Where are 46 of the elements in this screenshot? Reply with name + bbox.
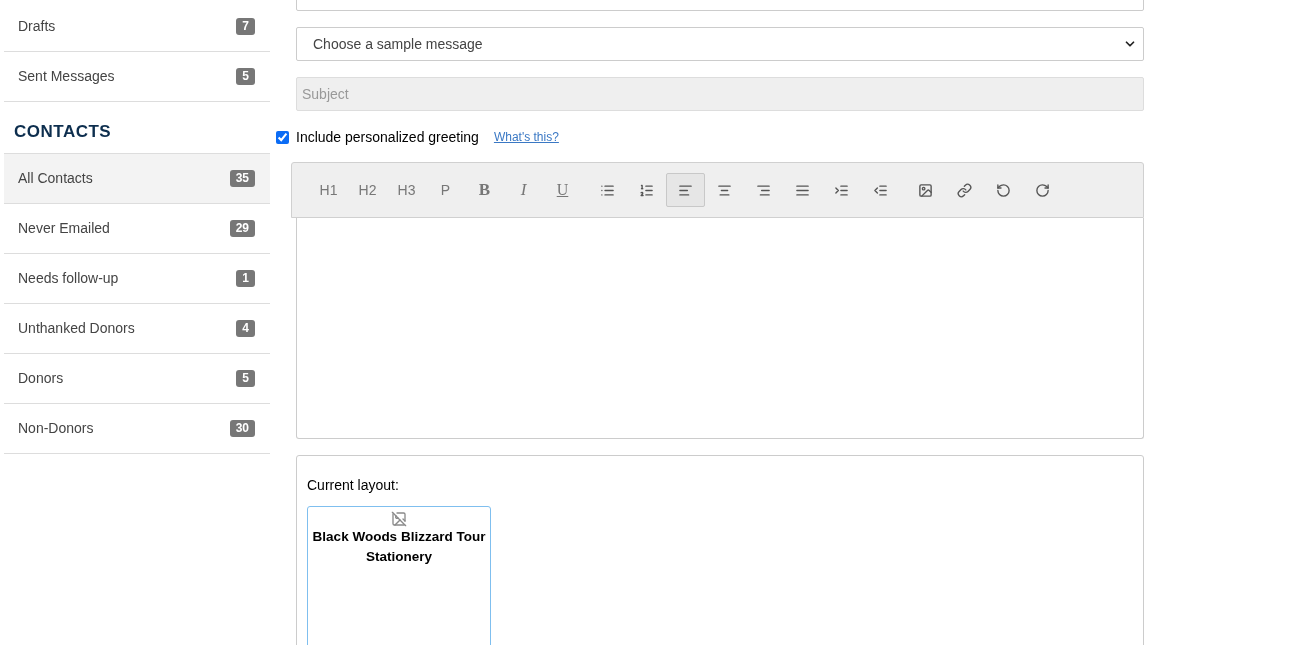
sidebar-item-label: All Contacts (18, 169, 93, 188)
format-button[interactable]: H2 (348, 173, 387, 207)
section-heading: CONTACTS (14, 120, 112, 143)
align-left-icon (678, 182, 693, 198)
sidebar-item-label: Unthanked Donors (18, 319, 135, 338)
link-icon (957, 182, 972, 198)
bullet-list-icon (600, 182, 615, 198)
sidebar-item-label: Never Emailed (18, 219, 110, 238)
outdent-icon (873, 182, 888, 198)
indent-icon (834, 182, 849, 198)
align-center-icon (717, 182, 732, 198)
layout-label: Current layout: (307, 476, 400, 495)
format-button[interactable]: H3 (387, 173, 426, 207)
align-right-icon (756, 182, 771, 198)
redo-icon (1035, 182, 1050, 198)
count-badge: 29 (229, 220, 255, 237)
count-badge: 4 (236, 320, 255, 337)
count-badge: 7 (236, 18, 255, 35)
format-button[interactable]: I (504, 173, 543, 207)
layout-card[interactable]: Black Woods Blizzard Tour Stationery (307, 506, 491, 645)
sidebar-item-label: Needs follow-up (18, 269, 119, 288)
broken-image-icon (391, 511, 407, 527)
layout-card-title: Black Woods Blizzard Tour Stationery (311, 528, 487, 566)
whats-this-link[interactable]: What's this? (493, 128, 559, 146)
count-badge: 1 (236, 270, 255, 287)
sidebar-item-label: Non-Donors (18, 419, 94, 438)
format-button[interactable]: U (543, 173, 582, 207)
count-badge: 30 (229, 420, 255, 437)
sample-message-select[interactable]: Choose a sample message (296, 27, 1144, 61)
count-badge: 5 (236, 68, 255, 85)
sidebar-item[interactable]: All Contacts 35 (4, 154, 270, 204)
count-badge: 5 (236, 370, 255, 387)
greeting-label: Include personalized greeting (296, 127, 479, 147)
align-justify-icon (795, 182, 810, 198)
undo-icon (996, 182, 1011, 198)
sidebar-item-label: Sent Messages (18, 67, 115, 86)
format-button[interactable]: P (426, 173, 465, 207)
toolbar-button[interactable] (666, 173, 705, 207)
format-button[interactable]: B (465, 173, 504, 207)
greeting-checkbox[interactable] (276, 130, 289, 144)
format-button[interactable]: H1 (309, 173, 348, 207)
numbered-list-icon (639, 182, 654, 198)
count-badge: 35 (229, 170, 255, 187)
sidebar-item-label: Donors (18, 369, 64, 388)
image-icon (918, 182, 933, 198)
sidebar-item-label: Drafts (18, 17, 56, 36)
